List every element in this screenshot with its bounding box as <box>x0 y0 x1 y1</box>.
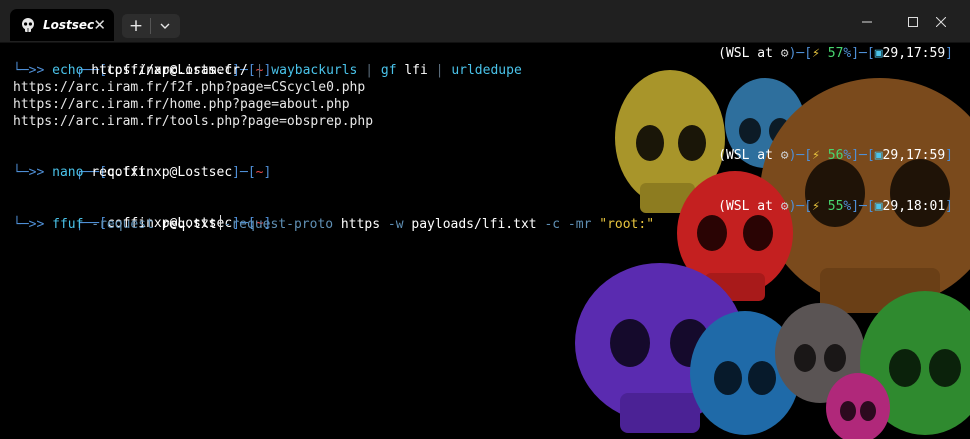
tab-lostsec[interactable]: Lostsec ✕ <box>10 9 114 41</box>
command-arg: req.txt <box>153 217 217 232</box>
prompt-arrow: └─>> <box>13 217 45 232</box>
gear-icon: ⚙ <box>780 148 789 163</box>
command-arg: lfi <box>396 63 436 78</box>
minimize-icon <box>862 21 872 23</box>
prompt-time: 29,17:59 <box>882 46 946 61</box>
calendar-icon: ▣ <box>874 46 883 61</box>
command-flag: -w <box>380 217 404 232</box>
output-line: https://arc.iram.fr/f2f.php?page=CScycle… <box>13 80 366 95</box>
prompt-frame: %]─[ <box>843 148 875 163</box>
command-arg: https://arc.iram.fr/ <box>83 63 256 78</box>
command-name: gf <box>373 63 397 78</box>
gear-icon: ⚙ <box>780 199 789 214</box>
calendar-icon: ▣ <box>874 199 883 214</box>
command-arg: payloads/lfi.txt <box>403 217 537 232</box>
tab-dropdown-button[interactable] <box>151 23 179 29</box>
prompt-status: (WSL at ⚙)─[⚡ 55%]─[▣29,18:01] <box>718 198 953 215</box>
command-flag: -request <box>83 217 154 232</box>
command-name: urldedupe <box>443 63 522 78</box>
prompt-frame: ] <box>945 46 953 61</box>
command-flag: -mr <box>560 217 592 232</box>
prompt-status: (WSL at ⚙)─[⚡ 56%]─[▣29,17:59] <box>718 147 953 164</box>
prompt-frame: ] <box>945 148 953 163</box>
battery-bolt-icon: ⚡ <box>812 199 820 214</box>
title-bar: Lostsec ✕ + <box>0 0 970 43</box>
prompt-frame: )─[ <box>788 199 813 214</box>
prompt-arrow: └─>> <box>13 63 45 78</box>
maximize-icon <box>908 17 918 27</box>
command-line-active[interactable]: └─>> ffuf -request req.txt -request-proto… <box>13 215 963 232</box>
text-cursor <box>219 215 221 230</box>
prompt-line: ┌──[coffinxp@Lostsec]─[~] (WSL at ⚙)─[⚡ … <box>13 198 963 231</box>
command-name: waybackurls <box>263 63 366 78</box>
command-flag: -c <box>536 217 561 232</box>
chevron-down-icon <box>160 23 170 29</box>
prompt-status: (WSL at ⚙)─[⚡ 57%]─[▣29,17:59] <box>718 45 953 62</box>
battery-bolt-icon: ⚡ <box>812 46 820 61</box>
wsl-label: (WSL at <box>718 148 781 163</box>
gear-icon: ⚙ <box>780 46 789 61</box>
prompt-frame: ] <box>945 199 953 214</box>
prompt-line: ┌──[coffinxp@Lostsec]─[~] (WSL at ⚙)─[⚡ … <box>13 147 963 180</box>
battery-level: 56 <box>827 148 844 163</box>
new-tab-button[interactable]: + <box>122 16 150 36</box>
prompt-arrow: └─>> <box>13 165 45 180</box>
command-name: ffuf <box>52 217 84 232</box>
pipe-symbol: | <box>365 63 374 78</box>
wsl-label: (WSL at <box>718 46 781 61</box>
terminal-area[interactable]: ┌──[coffinxp@Lostsec]─[~] (WSL at ⚙)─[⚡ … <box>0 43 970 439</box>
wsl-label: (WSL at <box>718 199 781 214</box>
command-name: echo <box>52 63 84 78</box>
tab-title: Lostsec <box>43 18 95 32</box>
calendar-icon: ▣ <box>874 148 883 163</box>
command-name: nano <box>52 165 84 180</box>
prompt-time: 29,18:01 <box>882 199 946 214</box>
prompt-frame: %]─[ <box>843 46 875 61</box>
pipe-symbol: | <box>435 63 444 78</box>
minimize-button[interactable] <box>844 10 890 34</box>
prompt-line: ┌──[coffinxp@Lostsec]─[~] (WSL at ⚙)─[⚡ … <box>13 45 963 78</box>
close-window-button[interactable] <box>918 10 964 34</box>
battery-level: 57 <box>827 46 844 61</box>
battery-bolt-icon: ⚡ <box>812 148 820 163</box>
tab-close-icon[interactable]: ✕ <box>93 17 106 33</box>
prompt-frame: )─[ <box>788 148 813 163</box>
terminal-output: ┌──[coffinxp@Lostsec]─[~] (WSL at ⚙)─[⚡ … <box>13 45 963 232</box>
skull-logo-icon <box>22 18 34 32</box>
command-line: └─>> echo https://arc.iram.fr/ | wayback… <box>13 62 963 79</box>
battery-level: 55 <box>827 199 844 214</box>
command-flag: -request-proto <box>223 217 334 232</box>
command-arg: "root:" <box>591 217 655 232</box>
output-line: https://arc.iram.fr/tools.php?page=obspr… <box>13 114 374 129</box>
prompt-frame: )─[ <box>788 46 813 61</box>
output-line: https://arc.iram.fr/home.php?page=about.… <box>13 97 350 112</box>
terminal-window: Lostsec ✕ + ┌──[coffinxp@Lostsec]─[~] (W… <box>0 0 970 439</box>
command-arg: req.txt <box>83 165 147 180</box>
command-line: └─>> nano req.txt <box>13 164 963 181</box>
close-icon <box>936 17 946 27</box>
prompt-time: 29,17:59 <box>882 148 946 163</box>
command-arg: https <box>333 217 381 232</box>
prompt-frame: %]─[ <box>843 199 875 214</box>
new-tab-group: + <box>122 14 180 38</box>
